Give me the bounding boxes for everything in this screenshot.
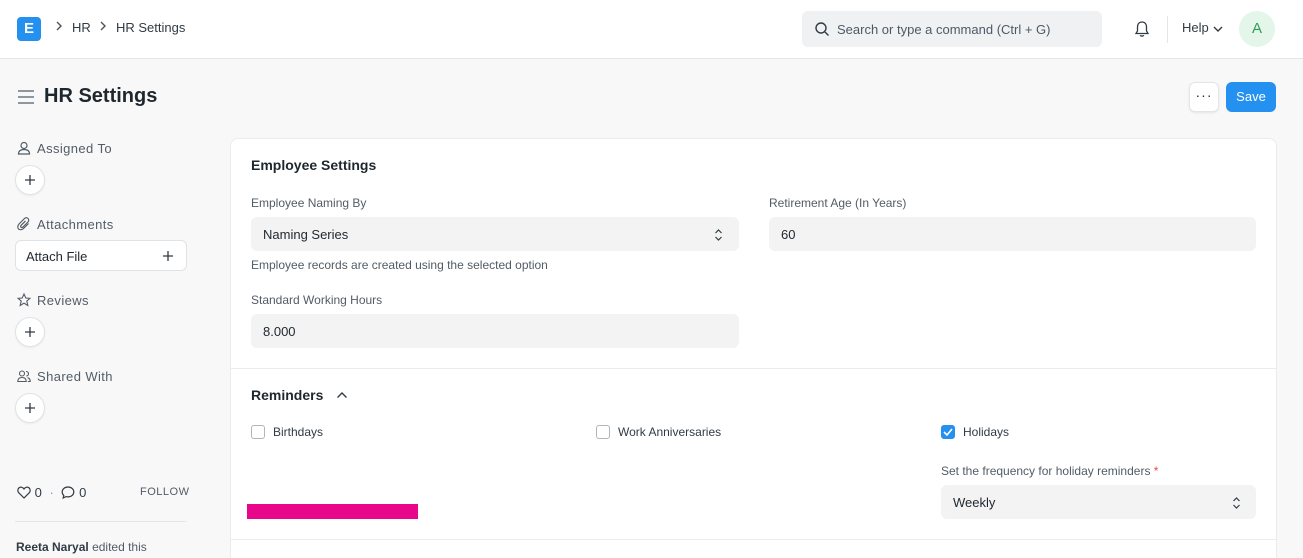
- holidays-label: Holidays: [963, 425, 1010, 439]
- more-actions-button[interactable]: ···: [1189, 82, 1219, 112]
- retirement-age-label: Retirement Age (In Years): [769, 196, 907, 210]
- section-divider: [231, 539, 1276, 540]
- activity-user[interactable]: Reeta Naryal: [16, 540, 89, 554]
- standard-working-hours-input[interactable]: 8.000: [251, 314, 739, 348]
- user-avatar[interactable]: A: [1239, 11, 1275, 47]
- page-title: HR Settings: [44, 85, 158, 107]
- employee-naming-by-value: Naming Series: [263, 227, 349, 242]
- holiday-frequency-value: Weekly: [953, 495, 996, 510]
- search-placeholder: Search or type a command (Ctrl + G): [837, 22, 1051, 37]
- checkmark-icon: [943, 428, 953, 436]
- chevron-right-icon: [99, 20, 107, 34]
- notification-bell-icon[interactable]: [1132, 19, 1152, 39]
- sidebar-toggle-icon[interactable]: [17, 89, 35, 105]
- chevron-down-icon[interactable]: [1213, 25, 1223, 33]
- section-divider: [231, 368, 1276, 369]
- save-button[interactable]: Save: [1226, 82, 1276, 112]
- likes-comments: 0 · 0: [17, 485, 86, 500]
- plus-icon: [25, 175, 35, 185]
- work-anniversaries-checkbox[interactable]: [596, 425, 610, 439]
- activity-text: edited this: [92, 540, 147, 554]
- users-icon: [17, 370, 31, 383]
- birthdays-checkbox[interactable]: [251, 425, 265, 439]
- holiday-frequency-label: Set the frequency for holiday reminders …: [941, 464, 1158, 478]
- activity-line: Reeta Naryal edited this: [16, 540, 147, 554]
- plus-icon: [25, 327, 35, 337]
- sidebar-divider: [15, 521, 186, 522]
- likes-count: 0: [34, 485, 42, 500]
- employee-naming-by-label: Employee Naming By: [251, 196, 367, 210]
- star-icon: [17, 293, 31, 307]
- plus-icon: [163, 251, 173, 261]
- add-share-button[interactable]: [15, 393, 45, 423]
- attach-file-button[interactable]: Attach File: [15, 240, 187, 271]
- chevron-up-icon[interactable]: [336, 391, 348, 399]
- follow-button[interactable]: FOLLOW: [140, 486, 189, 498]
- holiday-frequency-label-text: Set the frequency for holiday reminders: [941, 464, 1151, 478]
- retirement-age-input[interactable]: 60: [769, 217, 1256, 251]
- shared-with-label: Shared With: [37, 369, 113, 384]
- highlight-bar: [247, 504, 418, 519]
- select-arrows-icon: [1233, 497, 1240, 509]
- holiday-frequency-select[interactable]: Weekly: [941, 485, 1256, 519]
- comment-icon[interactable]: [61, 486, 75, 500]
- breadcrumb-hr-settings[interactable]: HR Settings: [116, 20, 185, 35]
- required-marker: *: [1153, 464, 1159, 478]
- paperclip-icon: [17, 217, 30, 231]
- attach-file-label: Attach File: [26, 249, 88, 264]
- navbar: E HR HR Settings Search or type a comman…: [0, 0, 1303, 59]
- navbar-divider: [1167, 16, 1168, 43]
- birthdays-label: Birthdays: [273, 425, 324, 439]
- chevron-right-icon: [55, 20, 63, 34]
- holidays-checkbox[interactable]: [941, 425, 955, 439]
- comments-count: 0: [79, 485, 87, 500]
- attachments-label: Attachments: [37, 217, 114, 232]
- add-assignee-button[interactable]: [15, 165, 45, 195]
- reviews-label: Reviews: [37, 293, 89, 308]
- select-arrows-icon: [715, 229, 722, 241]
- heart-icon[interactable]: [17, 486, 31, 499]
- add-review-button[interactable]: [15, 317, 45, 347]
- plus-icon: [25, 403, 35, 413]
- search-icon: [815, 22, 829, 36]
- reminders-title[interactable]: Reminders: [251, 387, 323, 403]
- breadcrumb-hr[interactable]: HR: [72, 20, 91, 35]
- standard-working-hours-label: Standard Working Hours: [251, 293, 383, 307]
- help-menu[interactable]: Help: [1182, 20, 1209, 35]
- employee-settings-title: Employee Settings: [251, 157, 377, 173]
- standard-working-hours-value: 8.000: [263, 324, 296, 339]
- employee-naming-by-select[interactable]: Naming Series: [251, 217, 739, 251]
- app-logo[interactable]: E: [17, 17, 41, 41]
- retirement-age-value: 60: [781, 227, 796, 242]
- assigned-to-label: Assigned To: [37, 141, 112, 156]
- search-bar[interactable]: Search or type a command (Ctrl + G): [802, 11, 1102, 47]
- user-icon: [17, 141, 31, 155]
- employee-naming-by-description: Employee records are created using the s…: [251, 258, 548, 272]
- work-anniversaries-label: Work Anniversaries: [618, 425, 722, 439]
